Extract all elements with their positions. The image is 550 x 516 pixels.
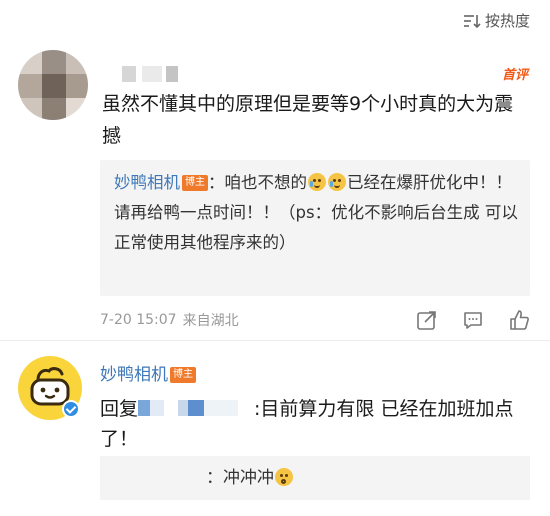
commenter-avatar[interactable] [18, 50, 88, 120]
blogger-tag: 博主 [182, 175, 208, 191]
comment-meta: 7-20 15:07 来自湖北 [100, 308, 530, 332]
sort-label: 按热度 [484, 12, 530, 30]
reply-text-start: ：咱也不想的 [208, 173, 307, 192]
share-icon[interactable] [416, 309, 438, 331]
comment-icon[interactable] [462, 309, 484, 331]
comment-date: 7-20 15:07 [100, 312, 177, 328]
first-comment-badge: 首评 [501, 68, 528, 83]
reply-prefix: 回复 [100, 398, 139, 420]
reply-author-name[interactable]: 妙鸭相机 [114, 173, 180, 192]
blogger-name[interactable]: 妙鸭相机 [100, 365, 168, 385]
blogger-reply-text: 回复:目前算力有限 已经在加班加点了！ [100, 394, 530, 454]
blogger-name-line[interactable]: 妙鸭相机 博主 [100, 360, 196, 385]
comment-location: 来自湖北 [182, 313, 239, 329]
redacted-name-block [204, 400, 239, 416]
sort-by-hot-button[interactable]: 按热度 [463, 10, 530, 31]
redacted-name-block [188, 400, 205, 416]
nested-reply-text: ：冲冲冲 [206, 468, 274, 488]
redacted-name-block [138, 400, 151, 416]
sort-icon [463, 14, 481, 28]
nested-reply-box[interactable]: ：冲冲冲 [100, 456, 530, 500]
like-icon[interactable] [508, 309, 530, 331]
commenter-name-redacted [102, 66, 182, 82]
divider [0, 340, 550, 341]
redacted-name-block [178, 400, 189, 416]
blogger-tag: 博主 [170, 367, 196, 383]
crying-emoji-icon [308, 173, 326, 191]
redacted-name-block [150, 400, 165, 416]
shocked-emoji-icon [275, 468, 293, 486]
verified-badge-icon [62, 400, 80, 418]
crying-emoji-icon [328, 173, 346, 191]
comment-text: 虽然不懂其中的原理但是要等9个小时真的大为震撼 [102, 93, 514, 147]
reply-box[interactable]: 妙鸭相机 博主 ：咱也不想的 已经在爆肝优化中！！请再给鸭一点时间！！（ps：优化不影… [100, 160, 530, 296]
